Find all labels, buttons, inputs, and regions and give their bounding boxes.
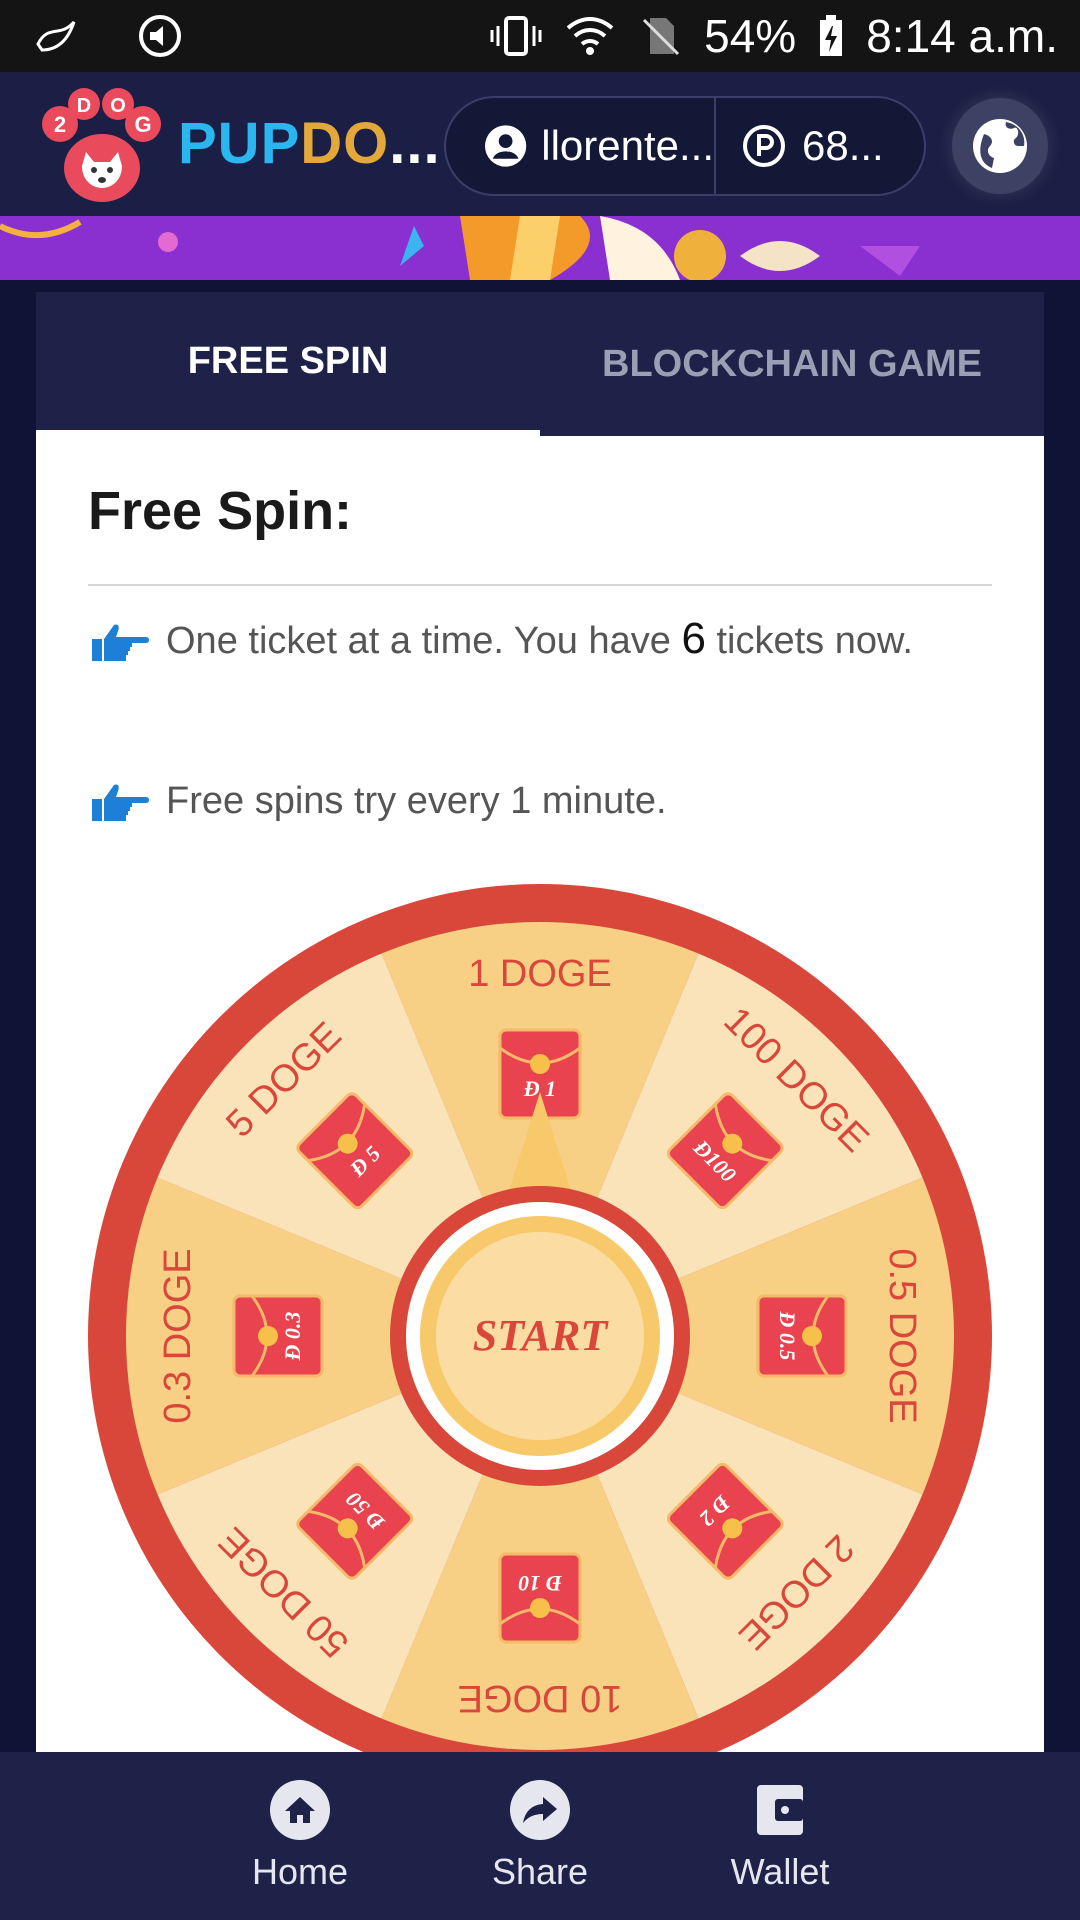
- tickets-text-suffix: tickets now.: [716, 620, 913, 662]
- no-sim-icon: [643, 18, 680, 56]
- prize-wheel[interactable]: 1 DOGEĐ 1 100 DOGEĐ1000.5 DOGEĐ 0.52 DOGE…: [88, 884, 992, 1788]
- brand-ellipsis: ...: [389, 111, 441, 176]
- spin-interval-info: Free spins try every 1 minute.: [88, 766, 992, 836]
- home-icon: [270, 1780, 330, 1840]
- tab-free-spin[interactable]: FREE SPIN: [36, 292, 540, 436]
- tickets-info: One ticket at a time. You have 6 tickets…: [88, 604, 992, 676]
- envelope-amount: Đ 10: [518, 1571, 562, 1596]
- share-icon: [510, 1780, 570, 1840]
- nav-home-label: Home: [251, 1851, 349, 1892]
- red-envelope-icon: Đ 10: [498, 1552, 582, 1644]
- wheel-prize-label: 1 DOGE: [468, 953, 612, 995]
- title-divider: [88, 584, 992, 586]
- bird-app-icon: [36, 20, 76, 52]
- logo-letter-o: O: [110, 95, 126, 117]
- account-pill[interactable]: llorente... 68...: [444, 96, 926, 196]
- tickets-text-prefix: One ticket at a time. You have: [166, 620, 671, 662]
- promo-banner[interactable]: [0, 216, 1080, 280]
- nav-home[interactable]: Home: [180, 1752, 420, 1920]
- language-button[interactable]: [952, 98, 1048, 194]
- clock: 8:14 a.m.: [866, 10, 1058, 62]
- points-button[interactable]: 68...: [716, 98, 884, 194]
- brand-name: PUPDO...: [178, 110, 441, 177]
- red-envelope-icon: Đ 0.5: [756, 1294, 848, 1378]
- pointing-hand-icon: [92, 784, 149, 821]
- user-icon: [484, 125, 527, 167]
- envelope-amount: Đ 0.3: [280, 1312, 305, 1362]
- wheel-prize-label: 0.5 DOGE: [881, 1248, 923, 1423]
- battery-percent: 54%: [704, 10, 797, 62]
- ticket-count: 6: [681, 614, 706, 663]
- volume-notification-icon: [139, 15, 181, 57]
- nav-share[interactable]: Share: [420, 1752, 660, 1920]
- wheel-prize-label: 10 DOGE: [458, 1677, 623, 1719]
- wheel-prize-label: 0.3 DOGE: [157, 1248, 199, 1423]
- battery-charging-icon: [820, 15, 843, 56]
- bottom-navigation: Home Share Wallet: [0, 1752, 1080, 1920]
- brand-part-pup: PUP: [178, 111, 301, 176]
- status-bar: 54% 8:14 a.m.: [0, 0, 1080, 72]
- nav-wallet-label: Wallet: [730, 1851, 830, 1892]
- vibrate-icon: [490, 16, 542, 56]
- app-header: 2 D O G PUPDO... llorente... 68...: [0, 72, 1080, 216]
- pupdoge-logo[interactable]: 2 D O G: [38, 88, 166, 206]
- nav-wallet[interactable]: Wallet: [660, 1752, 900, 1920]
- envelope-seal: [258, 1326, 278, 1346]
- username-label: llorente...: [541, 122, 714, 169]
- start-button[interactable]: START: [473, 1311, 610, 1360]
- logo-letter-g: G: [134, 112, 151, 137]
- envelope-amount: Đ 0.5: [775, 1311, 800, 1361]
- username-button[interactable]: llorente...: [446, 98, 716, 194]
- tab-blockchain-game[interactable]: BLOCKCHAIN GAME: [540, 292, 1044, 436]
- wifi-icon: [566, 17, 614, 55]
- logo-letter-2: 2: [54, 112, 66, 137]
- game-card: FREE SPIN BLOCKCHAIN GAME Free Spin: One…: [36, 292, 1044, 1788]
- logo-letter-d: D: [77, 95, 91, 117]
- envelope-seal: [530, 1054, 550, 1074]
- brand-part-do: DO: [300, 111, 390, 176]
- pointing-hand-icon: [92, 624, 149, 661]
- envelope-seal: [802, 1326, 822, 1346]
- page-title: Free Spin:: [88, 481, 353, 541]
- envelope-seal: [530, 1598, 550, 1618]
- red-envelope-icon: Đ 0.3: [232, 1294, 324, 1378]
- globe-icon: [973, 119, 1027, 173]
- game-tabs: FREE SPIN BLOCKCHAIN GAME: [36, 292, 1044, 436]
- banner-artwork: [0, 216, 1080, 280]
- spin-interval-text: Free spins try every 1 minute.: [166, 780, 667, 822]
- wallet-icon: [757, 1785, 803, 1835]
- points-label: 68...: [802, 122, 884, 169]
- points-icon: [743, 125, 785, 167]
- nav-share-label: Share: [491, 1851, 589, 1892]
